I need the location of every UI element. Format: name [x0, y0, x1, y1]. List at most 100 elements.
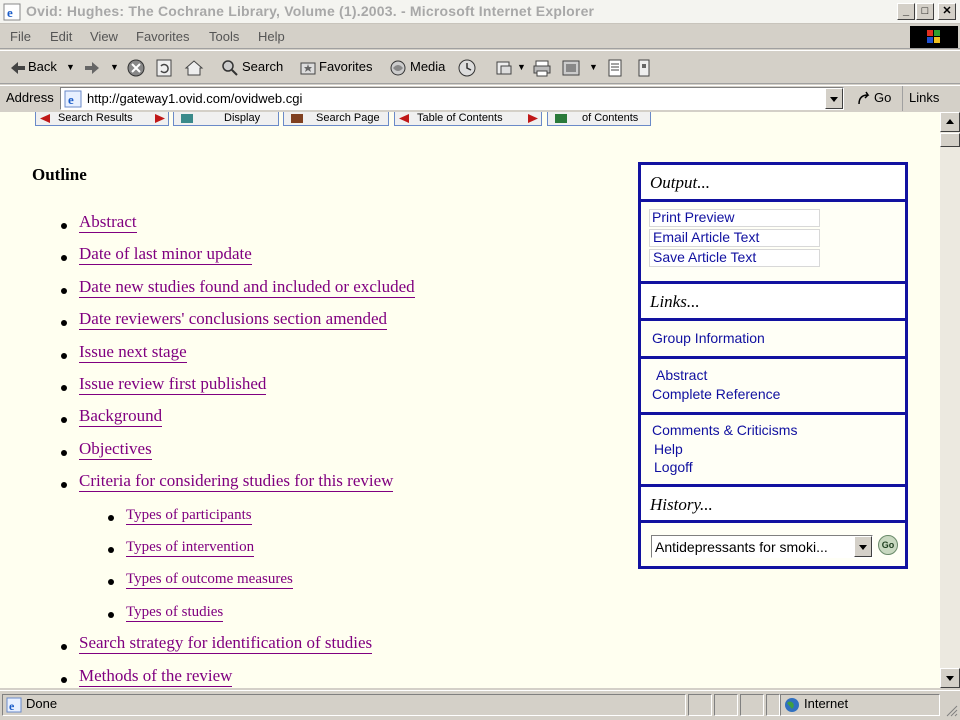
- messenger-icon[interactable]: [634, 58, 654, 78]
- outline-link[interactable]: Methods of the review: [79, 666, 233, 687]
- scroll-up-button[interactable]: [940, 112, 960, 132]
- outline-link[interactable]: Date reviewers' conclusions section amen…: [79, 309, 388, 330]
- status-text: Done: [26, 696, 58, 711]
- maximize-button[interactable]: □: [916, 3, 934, 20]
- help-link[interactable]: Help: [654, 441, 683, 457]
- search-icon[interactable]: [220, 58, 240, 78]
- outline-bullet: [61, 288, 67, 294]
- outline-sublink[interactable]: Types of studies: [126, 604, 224, 622]
- scroll-thumb[interactable]: [940, 133, 960, 147]
- history-go-button[interactable]: Go: [878, 535, 898, 555]
- outline-bullet: [61, 353, 67, 359]
- address-dropdown-button[interactable]: [825, 88, 843, 109]
- complete-reference-link[interactable]: Complete Reference: [652, 386, 780, 402]
- abstract-link[interactable]: Abstract: [656, 367, 707, 383]
- svg-text:e: e: [68, 92, 74, 107]
- comments-criticisms-link[interactable]: Comments & Criticisms: [652, 422, 797, 438]
- outline-bullet: [61, 417, 67, 423]
- outline-link[interactable]: Abstract: [79, 212, 137, 233]
- group-information-link[interactable]: Group Information: [652, 330, 765, 346]
- outline-bullet: [108, 547, 114, 553]
- menu-edit[interactable]: Edit: [50, 29, 72, 44]
- close-button[interactable]: ✕: [938, 3, 956, 20]
- print-icon[interactable]: [532, 58, 552, 78]
- menu-help[interactable]: Help: [258, 29, 285, 44]
- chevron-down-icon: [859, 545, 867, 550]
- table-of-contents-label: Table of Contents: [417, 112, 503, 124]
- page-icon: e: [64, 90, 82, 108]
- chevron-down-icon: [830, 97, 838, 102]
- logoff-link[interactable]: Logoff: [654, 459, 693, 475]
- go-arrow-icon[interactable]: [856, 91, 872, 107]
- go-button[interactable]: Go: [874, 90, 891, 105]
- outline-link[interactable]: Issue review first published: [79, 374, 267, 395]
- arrow-up-icon: [946, 119, 954, 124]
- zone-text: Internet: [804, 696, 849, 711]
- outline-link[interactable]: Criteria for considering studies for thi…: [79, 471, 394, 492]
- history-dropdown-button[interactable]: [854, 536, 872, 557]
- address-input[interactable]: e http://gateway1.ovid.com/ovidweb.cgi: [60, 87, 844, 110]
- outline-sublink[interactable]: Types of outcome measures: [126, 571, 293, 589]
- contents-label: of Contents: [582, 112, 639, 124]
- favorites-icon[interactable]: [298, 58, 318, 78]
- stop-icon[interactable]: [126, 58, 146, 78]
- menu-tools[interactable]: Tools: [209, 29, 239, 44]
- edit-dropdown-icon[interactable]: ▼: [589, 62, 598, 72]
- mail-dropdown-icon[interactable]: ▼: [517, 62, 526, 72]
- search-page-button[interactable]: Search Page: [283, 112, 389, 126]
- links-button[interactable]: Links: [902, 86, 960, 111]
- search-page-label: Search Page: [316, 112, 380, 124]
- outline-bullet: [61, 223, 67, 229]
- menu-favorites[interactable]: Favorites: [136, 29, 189, 44]
- display-icon: [181, 114, 193, 123]
- outline-sublink[interactable]: Types of intervention: [126, 539, 255, 557]
- back-arrow-icon[interactable]: [8, 58, 28, 78]
- search-results-button[interactable]: Search Results: [35, 112, 169, 126]
- outline-sublink[interactable]: Types of participants: [126, 507, 252, 525]
- table-of-contents-button[interactable]: Table of Contents: [394, 112, 542, 126]
- scroll-down-button[interactable]: [940, 668, 960, 688]
- history-icon[interactable]: [457, 58, 477, 78]
- minimize-button[interactable]: _: [897, 3, 915, 20]
- links-header: Links...: [641, 284, 905, 321]
- address-label: Address: [6, 90, 54, 105]
- search-results-label: Search Results: [58, 112, 133, 124]
- arrow-right-icon: [528, 114, 538, 123]
- display-button[interactable]: Display: [173, 112, 279, 126]
- discuss-icon[interactable]: [605, 58, 625, 78]
- media-button[interactable]: Media: [410, 59, 445, 74]
- forward-dropdown-icon[interactable]: ▼: [110, 62, 119, 72]
- outline-link[interactable]: Background: [79, 406, 163, 427]
- outline-link[interactable]: Date new studies found and included or e…: [79, 277, 415, 298]
- mail-icon[interactable]: [495, 58, 515, 78]
- menu-file[interactable]: File: [10, 29, 31, 44]
- contents-button[interactable]: of Contents: [547, 112, 651, 126]
- windows-logo-icon: [910, 26, 958, 48]
- edit-icon[interactable]: [561, 58, 581, 78]
- back-button[interactable]: Back: [28, 59, 57, 74]
- search-button[interactable]: Search: [242, 59, 283, 74]
- menu-view[interactable]: View: [90, 29, 118, 44]
- vertical-scrollbar[interactable]: [940, 112, 960, 688]
- home-icon[interactable]: [184, 58, 204, 78]
- outline-link[interactable]: Date of last minor update: [79, 244, 252, 265]
- resize-grip-icon[interactable]: [944, 703, 958, 717]
- display-label: Display: [224, 112, 261, 124]
- media-icon[interactable]: [388, 58, 408, 78]
- save-article-link[interactable]: Save Article Text: [653, 249, 756, 265]
- outline-link[interactable]: Issue next stage: [79, 342, 187, 363]
- email-article-link[interactable]: Email Article Text: [653, 229, 759, 245]
- back-dropdown-icon[interactable]: ▼: [66, 62, 75, 72]
- favorites-button[interactable]: Favorites: [319, 59, 372, 74]
- outline-link[interactable]: Search strategy for identification of st…: [79, 633, 373, 654]
- arrow-left-icon: [399, 114, 409, 123]
- history-select[interactable]: Antidepressants for smoki...: [651, 535, 873, 558]
- arrow-down-icon: [946, 676, 954, 681]
- status-cell-2: [714, 694, 738, 716]
- svg-text:e: e: [9, 699, 15, 713]
- page-content: Search Results Display Search Page Table…: [0, 112, 940, 688]
- outline-link[interactable]: Objectives: [79, 439, 152, 460]
- refresh-icon[interactable]: [154, 58, 174, 78]
- forward-arrow-icon[interactable]: [82, 58, 102, 78]
- print-preview-link[interactable]: Print Preview: [652, 209, 734, 225]
